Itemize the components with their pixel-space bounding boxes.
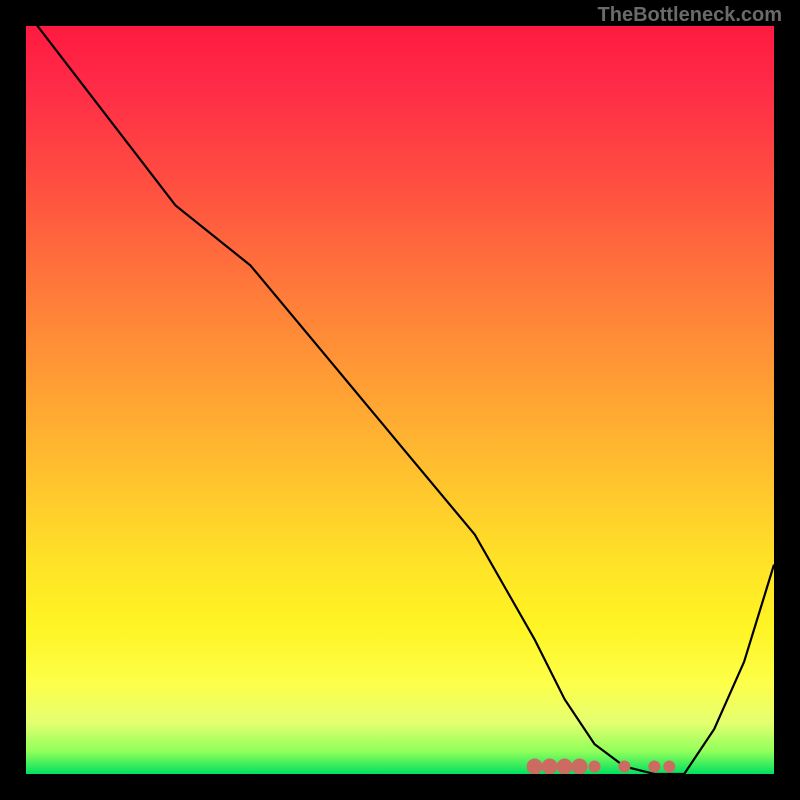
- watermark-text: TheBottleneck.com: [598, 4, 782, 27]
- marker-dot: [557, 759, 573, 775]
- plot-area: [26, 26, 774, 774]
- marker-dot: [663, 761, 675, 773]
- marker-dot: [648, 761, 660, 773]
- bottleneck-curve: [26, 26, 774, 774]
- marker-dot: [618, 761, 630, 773]
- marker-dot: [527, 759, 543, 775]
- marker-dot: [589, 761, 601, 773]
- chart-svg: [26, 26, 774, 774]
- highlight-markers: [527, 759, 676, 775]
- marker-dot: [572, 759, 588, 775]
- marker-dot: [542, 759, 558, 775]
